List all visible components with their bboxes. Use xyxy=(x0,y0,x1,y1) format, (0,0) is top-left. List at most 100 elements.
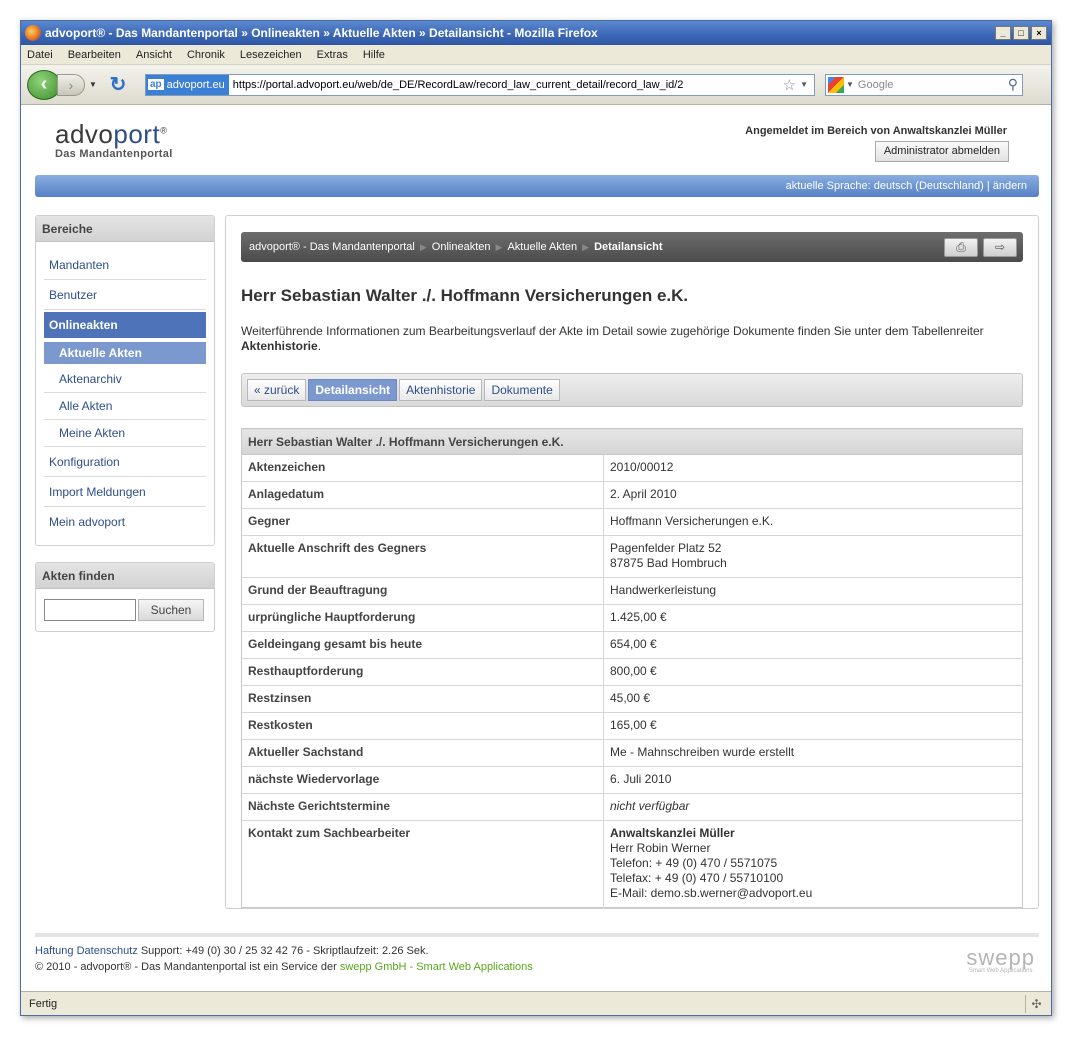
page-content: advoport® Das Mandantenportal Angemeldet… xyxy=(21,105,1051,993)
table-row: Aktuelle Anschrift des Gegners Pagenfelde… xyxy=(241,535,1023,578)
row-value: 2010/00012 xyxy=(603,454,1023,482)
row-value: Handwerkerleistung xyxy=(603,577,1023,605)
row-value: Anwaltskanzlei Müller Herr Robin Werner Te… xyxy=(604,821,1023,908)
sidebar-item-meine-akten[interactable]: Meine Akten xyxy=(44,420,206,447)
language-bar[interactable]: aktuelle Sprache: deutsch (Deutschland) … xyxy=(35,175,1039,197)
row-value: nicht verfügbar xyxy=(603,793,1023,821)
footer: Haftung Datenschutz Support: +49 (0) 30 … xyxy=(35,943,1039,975)
address-street: Pagenfelder Platz 52 xyxy=(610,541,722,555)
sidebar-item-mein-advoport[interactable]: Mein advoport xyxy=(44,507,206,537)
row-label: Nächste Gerichtstermine xyxy=(241,793,604,821)
export-icon[interactable]: ⇨ xyxy=(983,238,1017,257)
logo-advo: advo xyxy=(55,119,114,149)
sidebar-item-aktuelle-akten[interactable]: Aktuelle Akten xyxy=(44,342,206,364)
reload-icon[interactable]: ↻ xyxy=(105,72,131,97)
menu-hilfe[interactable]: Hilfe xyxy=(363,49,385,61)
search-magnifier-icon[interactable]: ⚲ xyxy=(1008,76,1018,93)
table-row: Anlagedatum 2. April 2010 xyxy=(241,481,1023,509)
table-row: Aktueller Sachstand Me - Mahnschreiben wu… xyxy=(241,739,1023,767)
browser-window: advoport® - Das Mandantenportal » Online… xyxy=(20,20,1052,1016)
contact-name: Anwaltskanzlei Müller xyxy=(610,826,735,840)
intro-text-main: Weiterführende Informationen zum Bearbei… xyxy=(241,324,984,338)
back-button[interactable]: ‹ xyxy=(27,69,61,100)
row-value: 6. Juli 2010 xyxy=(603,766,1023,794)
row-label: urprüngliche Hauptforderung xyxy=(241,604,604,632)
search-placeholder[interactable]: Google xyxy=(858,79,1008,91)
site-favicon: ap xyxy=(148,79,164,90)
breadcrumb-current: Detailansicht xyxy=(594,241,663,253)
breadcrumb-aktuelle-akten[interactable]: Aktuelle Akten xyxy=(507,241,577,253)
row-value: 165,00 € xyxy=(603,712,1023,740)
row-label: Anlagedatum xyxy=(241,481,604,509)
sidebar-item-benutzer[interactable]: Benutzer xyxy=(44,280,206,310)
table-row: Grund der Beauftragung Handwerkerleistung xyxy=(241,577,1023,605)
swepp-logo[interactable]: swepp Smart Web Applications xyxy=(966,945,1035,974)
window-title: advoport® - Das Mandantenportal » Online… xyxy=(45,26,598,40)
sidebar-item-aktenarchiv[interactable]: Aktenarchiv xyxy=(44,366,206,393)
logout-button[interactable]: Administrator abmelden xyxy=(874,141,1009,162)
menu-extras[interactable]: Extras xyxy=(317,49,348,61)
menu-datei[interactable]: Datei xyxy=(27,49,53,61)
footer-link-datenschutz[interactable]: Datenschutz xyxy=(77,945,138,957)
title-bar: advoport® - Das Mandantenportal » Online… xyxy=(21,21,1051,45)
url-dropdown-icon[interactable]: ▼ xyxy=(800,80,808,89)
table-row: Nächste Gerichtstermine nicht verfügbar xyxy=(241,793,1023,821)
search-engine-dropdown-icon[interactable]: ▼ xyxy=(846,80,854,89)
breadcrumb-home[interactable]: advoport® - Das Mandantenportal xyxy=(249,241,415,253)
file-search-button[interactable]: Suchen xyxy=(138,599,204,621)
url-bar[interactable]: ap advoport.eu https://portal.advoport.e… xyxy=(145,73,815,96)
addon-bar-icon[interactable]: ✣ xyxy=(1025,995,1047,1013)
forward-button[interactable]: › xyxy=(57,73,85,96)
row-value: 1.425,00 € xyxy=(603,604,1023,632)
main-panel: advoport® - Das Mandantenportal ▶ Online… xyxy=(225,215,1039,909)
advoport-logo[interactable]: advoport® Das Mandantenportal xyxy=(55,119,173,160)
menu-bar: Datei Bearbeiten Ansicht Chronik Lesezei… xyxy=(21,45,1051,65)
tab-detailansicht[interactable]: Detailansicht xyxy=(308,379,398,401)
areas-nav: Mandanten Benutzer Onlineakten Aktuelle … xyxy=(36,242,214,545)
sidebar-item-import-meldungen[interactable]: Import Meldungen xyxy=(44,477,206,507)
breadcrumb-onlineakten[interactable]: Onlineakten xyxy=(432,241,491,253)
maximize-button[interactable]: □ xyxy=(1013,26,1029,40)
menu-bearbeiten[interactable]: Bearbeiten xyxy=(68,49,121,61)
site-identity-button[interactable]: ap advoport.eu xyxy=(146,74,229,95)
row-value: 654,00 € xyxy=(603,631,1023,659)
row-value: Pagenfelder Platz 52 87875 Bad Hombruch xyxy=(603,535,1023,578)
print-icon[interactable]: ⎙ xyxy=(944,238,978,257)
areas-heading: Bereiche xyxy=(36,216,214,242)
sidebar-item-alle-akten[interactable]: Alle Akten xyxy=(44,393,206,420)
row-label: Grund der Beauftragung xyxy=(241,577,604,605)
tab-back[interactable]: « zurück xyxy=(247,379,307,401)
history-dropdown-icon[interactable]: ▼ xyxy=(87,80,99,89)
minimize-button[interactable]: _ xyxy=(995,26,1011,40)
contact-person: Herr Robin Werner xyxy=(610,841,711,855)
footer-link-haftung[interactable]: Haftung xyxy=(35,945,74,957)
detail-table-header: Herr Sebastian Walter ./. Hoffmann Versi… xyxy=(241,428,1023,455)
tab-aktenhistorie[interactable]: Aktenhistorie xyxy=(399,379,483,401)
sidebar-item-konfiguration[interactable]: Konfiguration xyxy=(44,447,206,477)
footer-company-link[interactable]: swepp GmbH - Smart Web Applications xyxy=(340,961,533,973)
file-search-heading: Akten finden xyxy=(36,563,214,589)
row-label: Aktuelle Anschrift des Gegners xyxy=(241,535,604,578)
close-button[interactable]: × xyxy=(1031,26,1047,40)
file-search-input[interactable] xyxy=(44,599,136,621)
tab-dokumente[interactable]: Dokumente xyxy=(484,379,560,401)
bookmark-star-icon[interactable]: ☆ xyxy=(783,76,796,94)
menu-chronik[interactable]: Chronik xyxy=(187,49,225,61)
url-text[interactable]: https://portal.advoport.eu/web/de_DE/Rec… xyxy=(233,79,783,91)
google-icon[interactable] xyxy=(828,76,844,93)
row-label: nächste Wiedervorlage xyxy=(241,766,604,794)
table-row: Aktenzeichen 2010/00012 xyxy=(241,454,1023,482)
page-title: Herr Sebastian Walter ./. Hoffmann Versi… xyxy=(241,286,689,305)
sidebar-item-onlineakten[interactable]: Onlineakten xyxy=(44,312,206,338)
sidebar: Bereiche Mandanten Benutzer Onlineakten … xyxy=(35,215,215,632)
tab-bar: « zurück Detailansicht Aktenhistorie Dok… xyxy=(241,373,1023,407)
menu-ansicht[interactable]: Ansicht xyxy=(136,49,172,61)
row-value: Hoffmann Versicherungen e.K. xyxy=(603,508,1023,536)
site-identity-label: advoport.eu xyxy=(166,78,225,91)
menu-lesezeichen[interactable]: Lesezeichen xyxy=(240,49,302,61)
breadcrumb-separator-icon: ▶ xyxy=(419,241,427,252)
sidebar-item-mandanten[interactable]: Mandanten xyxy=(44,250,206,280)
search-bar[interactable]: ▼ Google ⚲ xyxy=(825,73,1023,96)
contact-email: E-Mail: demo.sb.werner@advoport.eu xyxy=(610,886,813,900)
breadcrumb: advoport® - Das Mandantenportal ▶ Online… xyxy=(241,232,1023,262)
